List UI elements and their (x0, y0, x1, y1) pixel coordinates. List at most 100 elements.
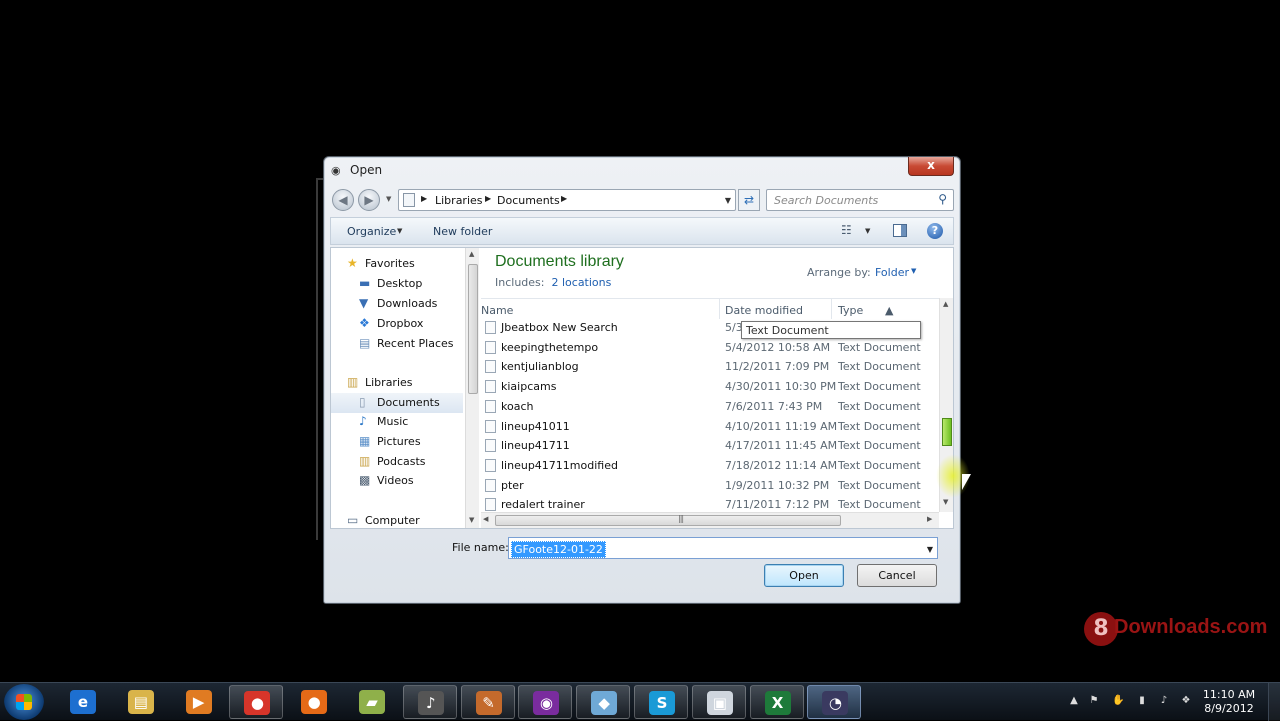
breadcrumb-documents[interactable]: Documents (497, 194, 560, 207)
taskbar-media-player[interactable]: ▶ (172, 685, 226, 719)
title-bar[interactable]: ◉ Open x (324, 157, 960, 185)
sidebar-item-music[interactable]: ♪ Music (331, 412, 463, 432)
sidebar-item-label: Recent Places (377, 337, 454, 350)
taskbar-skype[interactable]: S (634, 685, 688, 719)
locations-link[interactable]: 2 locations (551, 276, 611, 289)
file-row[interactable]: keepingthetempo 5/4/2012 10:58 AM Text Doc… (481, 338, 939, 358)
taskbar-editor-app[interactable]: ✎ (460, 685, 515, 719)
file-row[interactable]: pter 1/9/2011 10:32 PM Text Document (481, 476, 939, 496)
chevron-down-icon[interactable]: ▼ (927, 545, 933, 554)
taskbar-media-app[interactable]: ♪ (402, 685, 457, 719)
taskbar-firefox[interactable]: ● (287, 685, 341, 719)
cancel-button[interactable]: Cancel (857, 564, 937, 587)
desktop-icon: ▬ (359, 276, 371, 290)
refresh-button[interactable]: ⇄ (738, 189, 760, 211)
back-button[interactable]: ◀ (332, 189, 354, 211)
forward-button[interactable]: ▶ (358, 189, 380, 211)
address-bar[interactable]: ▶ Libraries ▶ Documents ▶ ▼ (398, 189, 736, 211)
taskbar-audio-app[interactable]: ◔ (807, 685, 862, 719)
horizontal-scrollbar[interactable]: ◀ ||| ▶ (481, 512, 939, 528)
scroll-up-icon[interactable]: ▲ (469, 250, 474, 258)
sidebar-item-podcasts[interactable]: ▥ Podcasts (331, 452, 463, 472)
close-icon: x (927, 158, 935, 172)
organize-button[interactable]: Organize (347, 225, 396, 238)
sidebar-item-videos[interactable]: ▩ Videos (331, 471, 463, 491)
file-row[interactable]: lineup41711modified 7/18/2012 11:14 AM Tex… (481, 456, 939, 476)
column-divider[interactable] (831, 299, 832, 319)
search-icon[interactable]: ⚲ (938, 192, 947, 206)
file-date: 7/11/2011 7:12 PM (725, 498, 830, 512)
scroll-left-icon[interactable]: ◀ (483, 515, 488, 523)
libraries-icon: ▥ (347, 375, 359, 389)
taskbar-notes-app[interactable]: ▰ (345, 685, 399, 719)
chevron-down-icon[interactable]: ▼ (865, 227, 870, 235)
scroll-down-icon[interactable]: ▼ (943, 498, 948, 506)
taskbar-windows-explorer[interactable]: ▤ (114, 685, 168, 719)
file-row[interactable]: lineup41711 4/17/2011 11:45 AM Text Docume… (481, 436, 939, 456)
scroll-thumb[interactable]: ||| (495, 514, 841, 526)
sidebar-item-documents[interactable]: ▯ Documents (331, 393, 463, 413)
volume-icon[interactable]: ♪ (1158, 695, 1170, 707)
sidebar-item-downloads[interactable]: ▼ Downloads (331, 294, 463, 314)
sidebar-item-dropbox[interactable]: ❖ Dropbox (331, 314, 463, 334)
scroll-down-icon[interactable]: ▼ (469, 516, 474, 524)
file-type: Text Document (838, 380, 921, 394)
file-name: lineup41711modified (501, 458, 618, 472)
file-name-input[interactable]: GFoote12-01-22 ▼ (508, 537, 938, 559)
scroll-up-icon[interactable]: ▲ (943, 300, 948, 308)
file-name-value[interactable]: GFoote12-01-22 (511, 541, 606, 558)
column-divider[interactable] (719, 299, 720, 319)
text-file-icon (485, 340, 496, 354)
sidebar-item-libraries[interactable]: ▥ Libraries (331, 373, 463, 393)
watermark-text: Downloads.com (1114, 616, 1268, 638)
taskbar-file-app[interactable]: ◆ (576, 685, 631, 719)
scroll-thumb[interactable] (468, 264, 478, 394)
breadcrumb-libraries[interactable]: Libraries (435, 194, 483, 207)
close-button[interactable]: x (908, 157, 954, 176)
file-row[interactable]: lineup41011 4/10/2011 11:19 AM Text Docume… (481, 417, 939, 437)
taskbar-torrent-app[interactable]: ◉ (518, 685, 573, 719)
network-signal-icon[interactable]: ▮ (1136, 695, 1148, 707)
sidebar-item-desktop[interactable]: ▬ Desktop (331, 274, 463, 294)
scroll-thumb[interactable] (942, 418, 952, 446)
library-title: Documents library (495, 253, 624, 270)
tray-app-icon[interactable]: ✋ (1112, 695, 1124, 707)
view-options-icon[interactable]: ☷ (841, 224, 855, 236)
sidebar-item-recent-places[interactable]: ▤ Recent Places (331, 334, 463, 354)
system-clock[interactable]: 11:10 AM 8/9/2012 (1198, 688, 1260, 716)
pictures-icon: ▦ (359, 434, 371, 448)
new-folder-button[interactable]: New folder (433, 225, 492, 238)
taskbar-window-app[interactable]: ▣ (691, 685, 746, 719)
taskbar-internet-explorer[interactable]: e (56, 685, 110, 719)
column-date-modified[interactable]: Date modified (725, 304, 803, 317)
column-name[interactable]: Name (481, 304, 513, 317)
dropbox-tray-icon[interactable]: ❖ (1180, 695, 1192, 707)
preview-pane-icon[interactable] (893, 224, 907, 237)
action-center-flag-icon[interactable]: ⚑ (1088, 695, 1100, 707)
chevron-right-icon[interactable]: ▶ (485, 194, 491, 203)
arrange-by-dropdown[interactable]: Folder (875, 266, 909, 279)
file-row[interactable]: kentjulianblog 11/2/2011 7:09 PM Text Docu… (481, 357, 939, 377)
show-desktop-button[interactable] (1268, 683, 1280, 721)
start-button[interactable] (4, 684, 44, 720)
scroll-right-icon[interactable]: ▶ (927, 515, 932, 523)
file-row[interactable]: koach 7/6/2011 7:43 PM Text Document (481, 397, 939, 417)
chevron-down-icon[interactable]: ▼ (725, 196, 731, 205)
chevron-right-icon[interactable]: ▶ (561, 194, 567, 203)
clock-date: 8/9/2012 (1204, 702, 1254, 715)
help-icon[interactable]: ? (927, 223, 943, 239)
search-input[interactable]: Search Documents ⚲ (766, 189, 954, 211)
recent-pages-dropdown-icon[interactable]: ▼ (386, 195, 391, 203)
file-row[interactable]: kiaipcams 4/30/2011 10:30 PM Text Document (481, 377, 939, 397)
chevron-right-icon[interactable]: ▶ (421, 194, 427, 203)
show-hidden-icons-icon[interactable]: ▲ (1068, 695, 1080, 707)
taskbar-chrome[interactable]: ● (229, 685, 284, 719)
column-type[interactable]: Type (838, 304, 863, 317)
sidebar-item-favorites[interactable]: ★ Favorites (331, 254, 463, 274)
chevron-down-icon[interactable]: ▼ (911, 267, 916, 275)
sidebar-item-computer[interactable]: ▭ Computer (331, 511, 463, 528)
navigation-pane-scrollbar[interactable]: ▲ ▼ (465, 248, 479, 528)
sidebar-item-pictures[interactable]: ▦ Pictures (331, 432, 463, 452)
taskbar-excel[interactable]: X (749, 685, 804, 719)
open-button[interactable]: Open (764, 564, 844, 587)
